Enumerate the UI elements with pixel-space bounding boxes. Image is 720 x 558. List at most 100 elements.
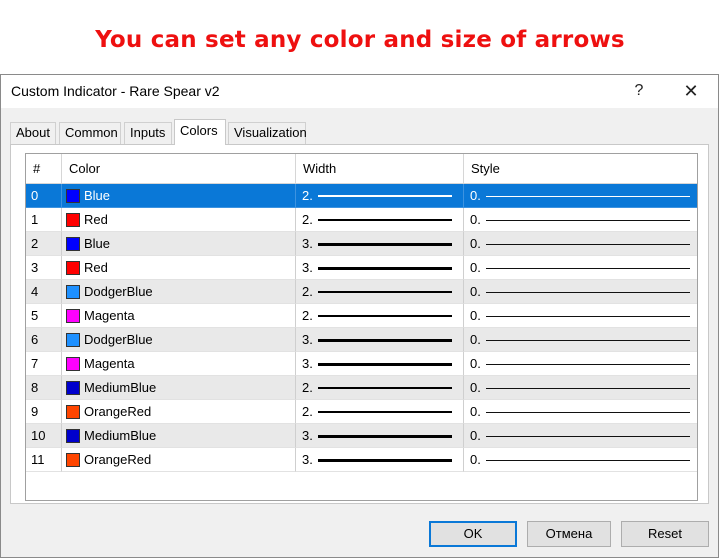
style-select[interactable]: 0. [464, 304, 697, 328]
width-value: 2. [302, 380, 313, 395]
style-select[interactable]: 0. [464, 232, 697, 256]
style-select[interactable]: 0. [464, 208, 697, 232]
colors-table: # Color Width Style 0 Blue 2. 0. 1 Red 2. 0. 2 Bl… [25, 153, 698, 501]
style-line-preview [486, 364, 690, 365]
style-line-preview [486, 220, 690, 221]
width-select[interactable]: 3. [296, 448, 464, 472]
width-value: 2. [302, 212, 313, 227]
color-name: Blue [84, 236, 111, 251]
color-swatch [66, 237, 80, 251]
table-row[interactable]: 8 MediumBlue 2. 0. [26, 376, 697, 400]
table-row[interactable]: 7 Magenta 3. 0. [26, 352, 697, 376]
ok-button[interactable]: OK [429, 521, 517, 547]
table-row[interactable]: 0 Blue 2. 0. [26, 184, 697, 208]
tab-colors[interactable]: Colors [174, 119, 226, 145]
width-select[interactable]: 3. [296, 256, 464, 280]
row-index: 1 [26, 208, 62, 232]
table-row[interactable]: 6 DodgerBlue 3. 0. [26, 328, 697, 352]
width-select[interactable]: 2. [296, 376, 464, 400]
width-select[interactable]: 2. [296, 280, 464, 304]
width-line-preview [318, 387, 452, 389]
row-index-label: 9 [31, 404, 39, 419]
promo-banner-text: You can set any color and size of arrows [95, 27, 625, 53]
style-line-preview [486, 196, 690, 197]
color-select[interactable]: OrangeRed [62, 400, 296, 424]
style-select[interactable]: 0. [464, 256, 697, 280]
width-select[interactable]: 3. [296, 232, 464, 256]
width-select[interactable]: 2. [296, 304, 464, 328]
tab-inputs[interactable]: Inputs [124, 122, 172, 144]
width-select[interactable]: 2. [296, 208, 464, 232]
color-select[interactable]: Blue [62, 232, 296, 256]
color-name: Blue [84, 188, 111, 203]
cancel-button[interactable]: Отмена [527, 521, 611, 547]
color-select[interactable]: DodgerBlue [62, 280, 296, 304]
close-icon[interactable]: ✕ [679, 79, 703, 103]
row-index: 0 [26, 184, 62, 208]
table-row[interactable]: 9 OrangeRed 2. 0. [26, 400, 697, 424]
style-select[interactable]: 0. [464, 184, 697, 208]
table-row[interactable]: 5 Magenta 2. 0. [26, 304, 697, 328]
color-select[interactable]: OrangeRed [62, 448, 296, 472]
style-select[interactable]: 0. [464, 400, 697, 424]
table-row[interactable]: 4 DodgerBlue 2. 0. [26, 280, 697, 304]
table-row[interactable]: 3 Red 3. 0. [26, 256, 697, 280]
table-row[interactable]: 1 Red 2. 0. [26, 208, 697, 232]
style-select[interactable]: 0. [464, 352, 697, 376]
reset-button[interactable]: Reset [621, 521, 709, 547]
color-swatch [66, 261, 80, 275]
color-name: OrangeRed [84, 404, 152, 419]
style-value: 0. [470, 380, 481, 395]
style-value: 0. [470, 308, 481, 323]
color-name: Magenta [84, 356, 135, 371]
color-swatch [66, 453, 80, 467]
style-select[interactable]: 0. [464, 424, 697, 448]
row-index-label: 7 [31, 356, 39, 371]
row-index-label: 11 [31, 452, 45, 467]
header-style[interactable]: Style [464, 154, 697, 184]
header-index[interactable]: # [26, 154, 62, 184]
header-width[interactable]: Width [296, 154, 464, 184]
width-select[interactable]: 3. [296, 352, 464, 376]
color-swatch [66, 333, 80, 347]
tab-visualization[interactable]: Visualization [228, 122, 307, 144]
color-select[interactable]: Blue [62, 184, 296, 208]
tab-about[interactable]: About [10, 122, 56, 144]
width-select[interactable]: 2. [296, 400, 464, 424]
width-value: 3. [302, 356, 313, 371]
width-value: 3. [302, 332, 313, 347]
style-select[interactable]: 0. [464, 376, 697, 400]
dialog-title: Custom Indicator - Rare Spear v2 [11, 83, 220, 99]
color-select[interactable]: MediumBlue [62, 424, 296, 448]
style-select[interactable]: 0. [464, 328, 697, 352]
color-swatch [66, 285, 80, 299]
row-index-label: 0 [31, 188, 39, 203]
table-header: # Color Width Style [26, 154, 697, 184]
help-button[interactable]: ? [627, 79, 651, 103]
width-value: 3. [302, 428, 313, 443]
color-select[interactable]: DodgerBlue [62, 328, 296, 352]
color-select[interactable]: Red [62, 208, 296, 232]
width-select[interactable]: 3. [296, 424, 464, 448]
width-select[interactable]: 3. [296, 328, 464, 352]
colors-panel: # Color Width Style 0 Blue 2. 0. 1 Red 2. 0. 2 Bl… [10, 144, 709, 504]
table-row[interactable]: 10 MediumBlue 3. 0. [26, 424, 697, 448]
width-value: 3. [302, 452, 313, 467]
table-row[interactable]: 2 Blue 3. 0. [26, 232, 697, 256]
header-color[interactable]: Color [62, 154, 296, 184]
color-select[interactable]: Red [62, 256, 296, 280]
style-value: 0. [470, 260, 481, 275]
color-select[interactable]: Magenta [62, 352, 296, 376]
row-index: 10 [26, 424, 62, 448]
style-value: 0. [470, 212, 481, 227]
tab-common[interactable]: Common [59, 122, 121, 144]
style-select[interactable]: 0. [464, 448, 697, 472]
style-select[interactable]: 0. [464, 280, 697, 304]
row-index-label: 5 [31, 308, 39, 323]
color-select[interactable]: Magenta [62, 304, 296, 328]
row-index: 2 [26, 232, 62, 256]
width-line-preview [318, 363, 452, 366]
width-select[interactable]: 2. [296, 184, 464, 208]
table-row[interactable]: 11 OrangeRed 3. 0. [26, 448, 697, 472]
color-select[interactable]: MediumBlue [62, 376, 296, 400]
